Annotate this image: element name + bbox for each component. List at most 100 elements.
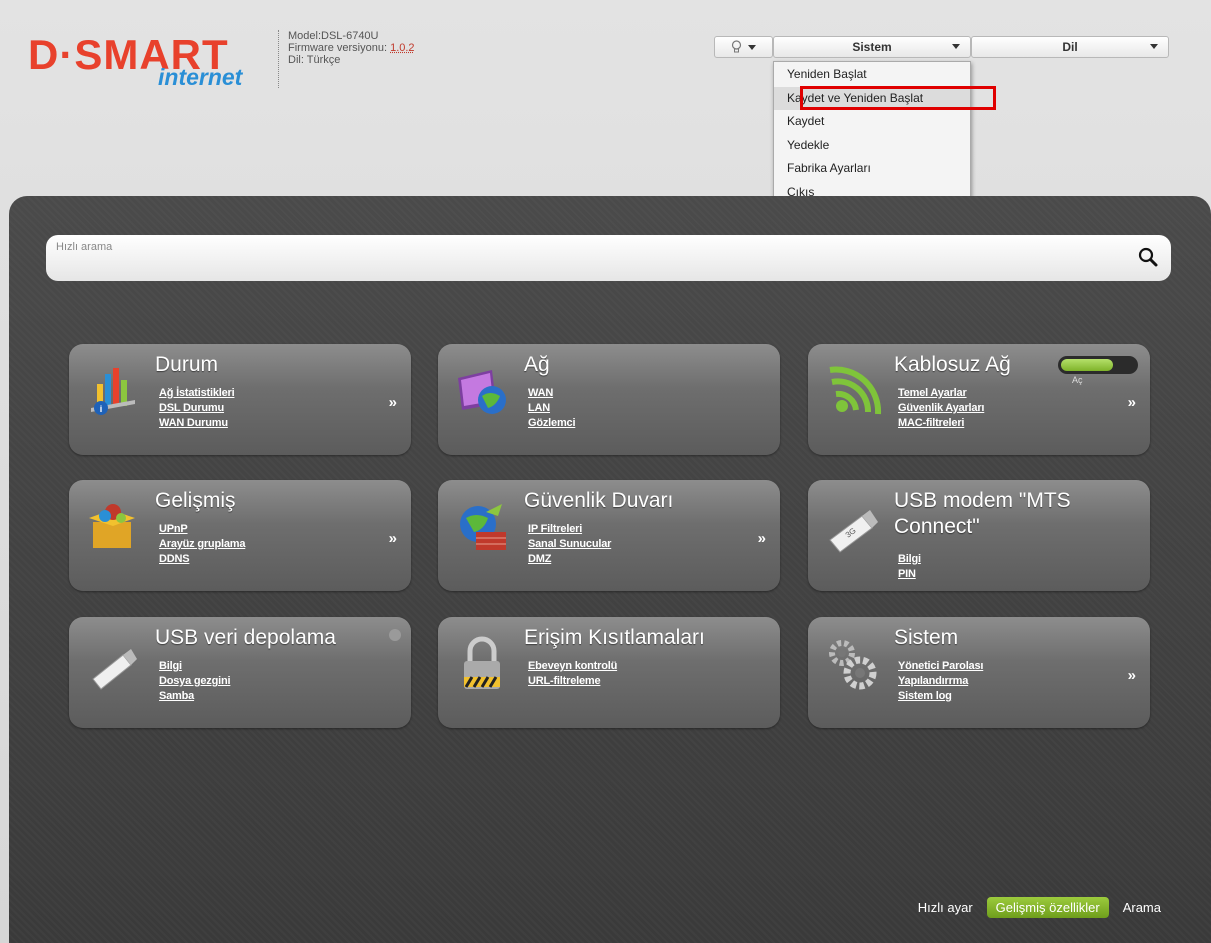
firewall-globe-icon	[460, 504, 506, 550]
card-advanced[interactable]: Gelişmiş UPnP Arayüz gruplama DDNS »	[69, 480, 411, 591]
search-placeholder: Hızlı arama	[56, 241, 113, 253]
toolbox-icon	[89, 504, 135, 548]
highlight-annotation	[800, 86, 996, 110]
menu-item-restart[interactable]: Yeniden Başlat	[774, 63, 970, 87]
card-system[interactable]: Sistem Yönetici Parolası Yapılandırrma S…	[808, 617, 1150, 728]
card-title: Erişim Kısıtlamaları	[524, 626, 705, 649]
card-title: USB veri depolama	[155, 626, 336, 649]
more-arrow-icon[interactable]: »	[389, 394, 397, 411]
link-lan[interactable]: LAN	[528, 401, 575, 416]
link-dmz[interactable]: DMZ	[528, 552, 611, 567]
link-monitor[interactable]: Gözlemci	[528, 416, 576, 431]
card-title: Ağ	[524, 353, 550, 376]
link-samba[interactable]: Samba	[159, 689, 230, 704]
link-wan-status[interactable]: WAN Durumu	[159, 416, 234, 431]
link-mac-filters[interactable]: MAC-filtreleri	[898, 416, 984, 431]
chevron-down-icon	[952, 44, 960, 49]
search-link[interactable]: Arama	[1123, 900, 1161, 915]
link-basic-settings[interactable]: Temel Ayarlar	[898, 386, 984, 401]
toggle-label: Aç	[1072, 375, 1083, 385]
card-title: USB modem "MTS Connect"	[894, 489, 1071, 538]
card-firewall[interactable]: Güvenlik Duvarı IP Filtreleri Sanal Sunu…	[438, 480, 780, 591]
link-wan[interactable]: WAN	[528, 386, 575, 401]
link-modem-info[interactable]: Bilgi	[898, 552, 921, 567]
collapse-icon[interactable]	[389, 629, 401, 641]
card-links: Ağ İstatistikleri DSL Durumu WAN Durumu	[159, 386, 235, 431]
link-url-filtering[interactable]: URL-filtreleme	[528, 674, 617, 689]
wifi-icon	[829, 366, 882, 415]
link-system-log[interactable]: Sistem log	[898, 689, 983, 704]
menu-item-save[interactable]: Kaydet	[774, 110, 970, 134]
card-title: Durum	[155, 353, 219, 376]
sistem-menu-label: Sistem	[852, 40, 892, 54]
search-icon[interactable]	[1137, 246, 1159, 268]
card-title: Kablosuz Ağ	[894, 353, 1011, 376]
card-links: Ebeveyn kontrolü URL-filtreleme	[528, 659, 617, 689]
dsmart-logo: D·SMART internet	[28, 34, 258, 104]
usb-drive-icon	[92, 649, 137, 690]
firmware-value[interactable]: 1.0.2	[390, 42, 414, 54]
more-arrow-icon[interactable]: »	[1128, 394, 1136, 411]
card-title: Sistem	[894, 626, 959, 649]
more-arrow-icon[interactable]: »	[1128, 667, 1136, 684]
card-links: IP Filtreleri Sanal Sunucular DMZ	[528, 522, 611, 567]
svg-text:i: i	[100, 404, 103, 414]
card-links: Temel Ayarlar Güvenlik Ayarları MAC-filt…	[898, 386, 984, 431]
firmware-label: Firmware versiyonu:	[288, 42, 391, 54]
advanced-features-button[interactable]: Gelişmiş özellikler	[986, 897, 1109, 918]
lightbulb-icon	[731, 40, 742, 53]
link-network-stats[interactable]: Ağ İstatistikleri	[159, 386, 235, 401]
link-security-settings[interactable]: Güvenlik Ayarları	[898, 401, 984, 416]
chevron-down-icon	[748, 44, 756, 50]
link-configuration[interactable]: Yapılandırrma	[898, 674, 983, 689]
gears-icon	[829, 640, 877, 690]
link-storage-info[interactable]: Bilgi	[159, 659, 230, 674]
link-admin-password[interactable]: Yönetici Parolası	[898, 659, 983, 674]
card-network[interactable]: Ağ WAN LAN Gözlemci	[438, 344, 780, 455]
card-durum[interactable]: i Durum Ağ İstatistikleri DSL Durumu WAN…	[69, 344, 411, 455]
card-links: Bilgi PIN	[898, 552, 921, 582]
firmware-text: Firmware versiyonu: 1.0.2	[288, 42, 415, 54]
menu-item-backup[interactable]: Yedekle	[774, 134, 970, 158]
card-links: UPnP Arayüz gruplama DDNS	[159, 522, 245, 567]
link-pin[interactable]: PIN	[898, 567, 921, 582]
quick-setup-link[interactable]: Hızlı ayar	[918, 900, 973, 915]
wireless-toggle[interactable]	[1058, 356, 1138, 374]
sistem-menu[interactable]: Sistem	[773, 36, 971, 58]
language-menu[interactable]: Dil	[971, 36, 1169, 58]
more-arrow-icon[interactable]: »	[389, 530, 397, 547]
sistem-dropdown: Yeniden Başlat Kaydet ve Yeniden Başlat …	[773, 61, 971, 206]
link-interface-grouping[interactable]: Arayüz gruplama	[159, 537, 245, 552]
brand-sub: internet	[158, 64, 243, 90]
model-text: Model:DSL-6740U	[288, 30, 379, 42]
bottom-nav: Hızlı ayar Gelişmiş özellikler Arama	[918, 897, 1161, 918]
card-links: Bilgi Dosya gezgini Samba	[159, 659, 231, 704]
card-links: Yönetici Parolası Yapılandırrma Sistem l…	[898, 659, 983, 704]
link-dsl-status[interactable]: DSL Durumu	[159, 401, 234, 416]
card-wireless[interactable]: Kablosuz Ağ Aç Temel Ayarlar Güvenlik Ay…	[808, 344, 1150, 455]
network-globe-icon	[458, 370, 506, 414]
top-menu-bar: Sistem Dil	[714, 36, 1169, 58]
link-ip-filters[interactable]: IP Filtreleri	[528, 522, 611, 537]
card-usb-modem[interactable]: 3G USB modem "MTS Connect" Bilgi PIN	[808, 480, 1150, 591]
device-info: Model:DSL-6740U Firmware versiyonu: 1.0.…	[288, 30, 415, 66]
card-title: Güvenlik Duvarı	[524, 489, 674, 512]
card-usb-storage[interactable]: USB veri depolama Bilgi Dosya gezgini Sa…	[69, 617, 411, 728]
quick-search-input[interactable]: Hızlı arama	[46, 235, 1171, 281]
language-menu-label: Dil	[1062, 40, 1078, 54]
link-file-browser[interactable]: Dosya gezgini	[159, 674, 231, 689]
meta-divider	[278, 30, 279, 88]
usb-modem-icon: 3G	[829, 510, 878, 553]
more-arrow-icon[interactable]: »	[758, 530, 766, 547]
link-ddns[interactable]: DDNS	[159, 552, 245, 567]
link-upnp[interactable]: UPnP	[159, 522, 245, 537]
card-title: Gelişmiş	[155, 489, 236, 512]
menu-item-factory-reset[interactable]: Fabrika Ayarları	[774, 157, 970, 181]
notifications-menu[interactable]	[714, 36, 773, 58]
card-access-restrictions[interactable]: Erişim Kısıtlamaları Ebeveyn kontrolü UR…	[438, 617, 780, 728]
status-chart-icon: i	[91, 368, 135, 415]
toggle-on-fill	[1061, 359, 1113, 371]
link-parental-control[interactable]: Ebeveyn kontrolü	[528, 659, 617, 674]
link-virtual-servers[interactable]: Sanal Sunucular	[528, 537, 611, 552]
card-links: WAN LAN Gözlemci	[528, 386, 576, 431]
